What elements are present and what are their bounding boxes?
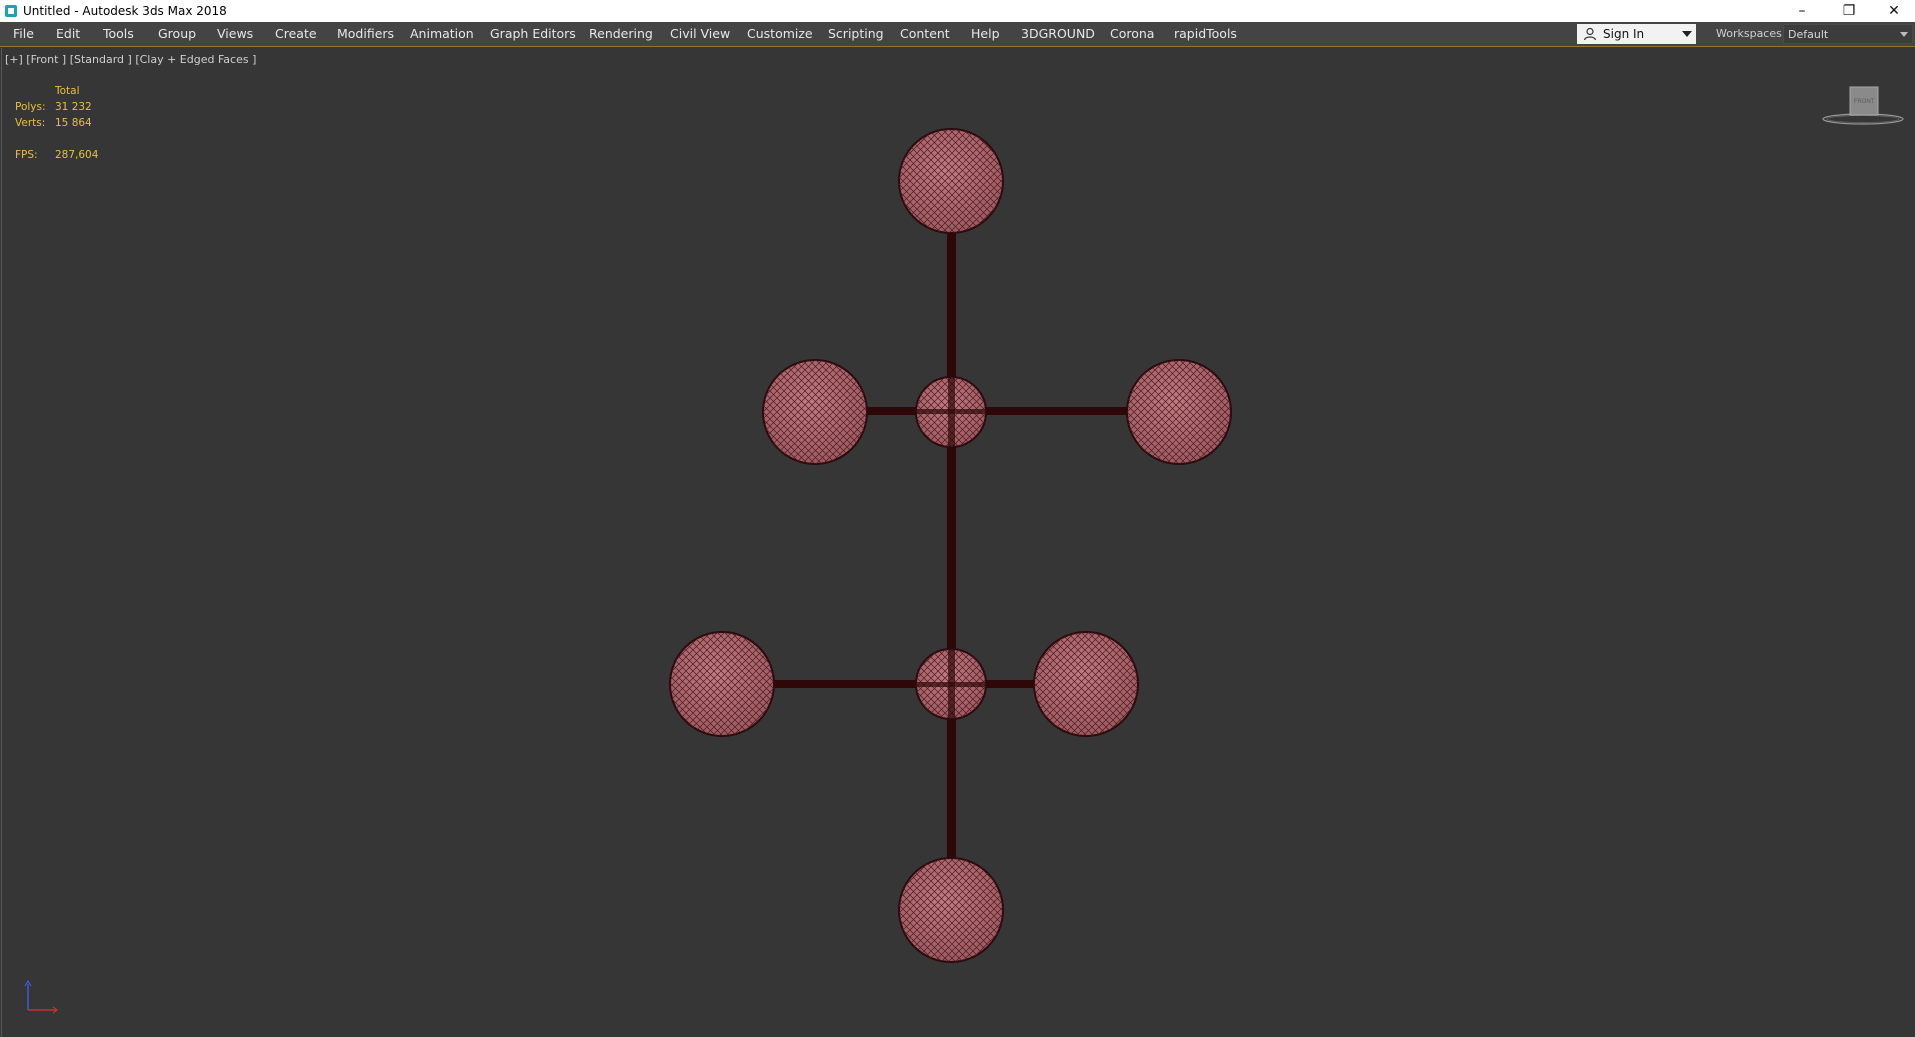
stats-verts-label: Verts:	[15, 117, 46, 129]
stats-fps-value: 287,604	[55, 149, 99, 161]
menu-edit[interactable]: Edit	[54, 22, 82, 46]
close-icon[interactable]: ✕	[1872, 0, 1915, 22]
user-icon	[1583, 27, 1597, 41]
menu-graph-editors[interactable]: Graph Editors	[488, 22, 578, 46]
menu-group[interactable]: Group	[156, 22, 198, 46]
restore-icon[interactable]: ❐	[1827, 0, 1871, 22]
menu-corona[interactable]: Corona	[1108, 22, 1156, 46]
sphere-lower-left[interactable]	[669, 631, 775, 737]
viewcube-face-label: FRONT	[1854, 99, 1875, 105]
workspaces-label: Workspaces:	[1716, 27, 1786, 40]
workspaces-dropdown[interactable]: Default	[1783, 24, 1913, 44]
menu-civil-view[interactable]: Civil View	[668, 22, 732, 46]
rod-group	[766, 228, 1130, 908]
viewcube[interactable]: FRONT	[1820, 84, 1910, 128]
sphere-upper-right[interactable]	[1126, 359, 1232, 465]
scene-geometry[interactable]	[0, 48, 1915, 1037]
chevron-down-icon	[1682, 31, 1692, 37]
menu-rapidtools[interactable]: rapidTools	[1172, 22, 1239, 46]
menu-views[interactable]: Views	[215, 22, 255, 46]
sphere-upper-left[interactable]	[762, 359, 868, 465]
app-icon	[5, 5, 17, 17]
menu-modifiers[interactable]: Modifiers	[335, 22, 396, 46]
sphere-bottom[interactable]	[898, 857, 1004, 963]
menu-3dground[interactable]: 3DGROUND	[1019, 22, 1097, 46]
vertical-rod	[947, 228, 956, 908]
stats-verts-value: 15 864	[55, 117, 92, 129]
chevron-down-icon	[1900, 32, 1908, 37]
menu-tools[interactable]: Tools	[101, 22, 136, 46]
sign-in-label: Sign In	[1603, 27, 1645, 41]
stats-fps-label: FPS:	[15, 149, 38, 161]
menu-help[interactable]: Help	[969, 22, 1002, 46]
viewport-label[interactable]: [+] [Front ] [Standard ] [Clay + Edged F…	[5, 53, 256, 66]
title-bar: Untitled - Autodesk 3ds Max 2018 – ❐ ✕	[0, 0, 1915, 22]
menu-content[interactable]: Content	[898, 22, 952, 46]
minimize-icon[interactable]: –	[1780, 0, 1824, 22]
menu-customize[interactable]: Customize	[745, 22, 815, 46]
workspaces-value: Default	[1788, 28, 1829, 41]
menu-create[interactable]: Create	[273, 22, 319, 46]
menu-bar: File Edit Tools Group Views Create Modif…	[0, 22, 1915, 47]
lower-crossbar	[766, 680, 1046, 688]
stats-polys-label: Polys:	[15, 101, 46, 113]
window-title: Untitled - Autodesk 3ds Max 2018	[23, 4, 227, 18]
sphere-top[interactable]	[898, 128, 1004, 234]
menu-animation[interactable]: Animation	[408, 22, 476, 46]
upper-crossbar	[860, 407, 1130, 415]
stats-total-header: Total	[55, 85, 80, 97]
sphere-lower-right[interactable]	[1033, 631, 1139, 737]
menu-scripting[interactable]: Scripting	[826, 22, 886, 46]
stats-polys-value: 31 232	[55, 101, 92, 113]
menu-rendering[interactable]: Rendering	[587, 22, 655, 46]
menu-file[interactable]: File	[11, 22, 36, 46]
axis-tripod-icon	[24, 980, 58, 1014]
sign-in-button[interactable]: Sign In	[1577, 24, 1696, 44]
